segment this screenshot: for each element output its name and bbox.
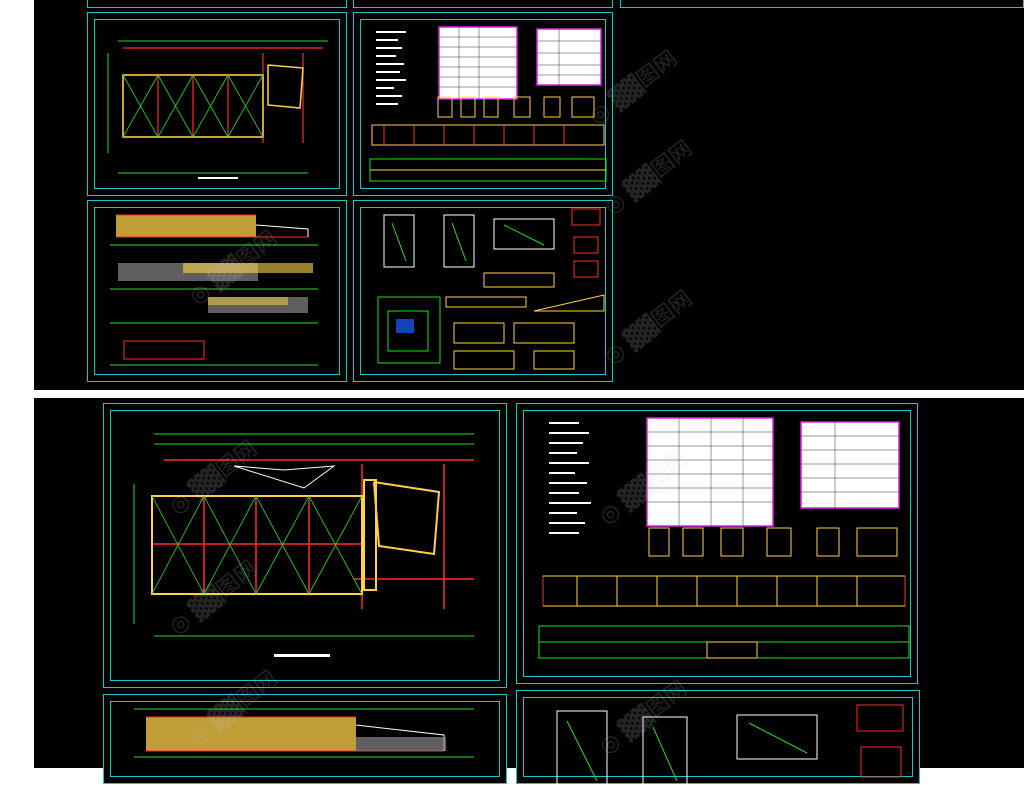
sheet-partial-2 bbox=[353, 0, 613, 8]
detail-sheet-large bbox=[516, 690, 920, 785]
detail-sheet-small bbox=[353, 200, 613, 382]
floor-plan-drawing-large bbox=[133, 433, 474, 657]
detail-drawing-small bbox=[377, 208, 605, 370]
floor-plan-sheet-small bbox=[87, 12, 347, 196]
schedule-sheet-small bbox=[353, 12, 613, 196]
elevation-sheet-large bbox=[103, 694, 507, 784]
floor-plan-drawing-small bbox=[107, 40, 328, 179]
sheet-partial-1 bbox=[87, 0, 347, 8]
elevation-drawing-large bbox=[134, 708, 474, 758]
detail-drawing-large bbox=[556, 704, 904, 785]
schedule-drawing-small bbox=[369, 26, 607, 182]
floor-plan-sheet-large bbox=[103, 403, 507, 688]
schedule-drawing-large bbox=[538, 417, 910, 659]
sheet-partial-3 bbox=[620, 0, 1024, 8]
schedule-sheet-large bbox=[516, 403, 918, 684]
